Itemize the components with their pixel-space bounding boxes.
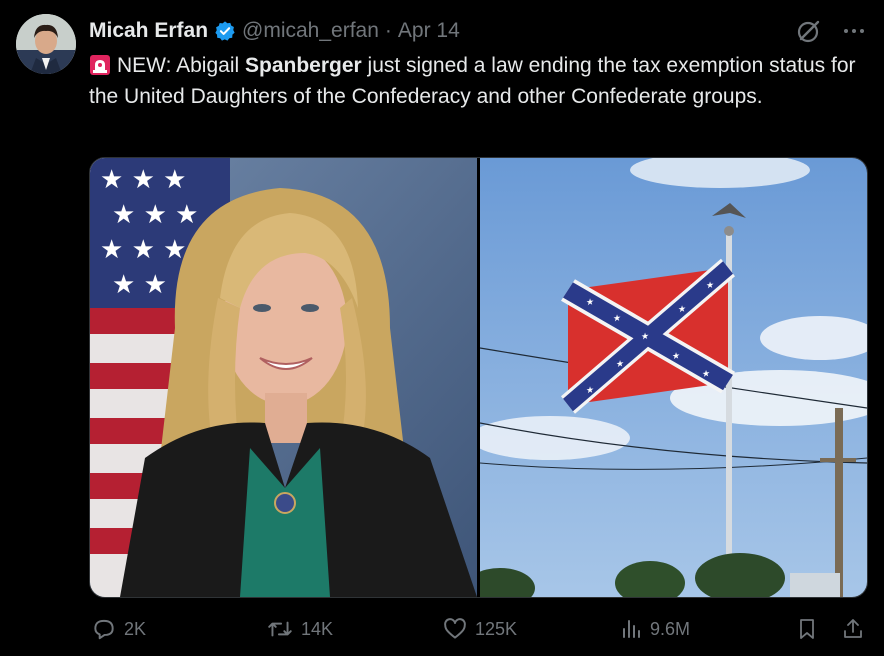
portrait-photo[interactable]: ★ ★ ★ ★ ★ ★ ★ ★ ★ ★ ★	[90, 158, 477, 597]
heart-icon	[444, 618, 466, 639]
views-chart-icon	[623, 620, 640, 638]
retweet-icon	[268, 621, 292, 637]
bookmark-button[interactable]	[795, 616, 819, 642]
like-button[interactable]: 125K	[442, 616, 517, 642]
reply-icon	[94, 619, 114, 640]
like-count: 125K	[475, 618, 518, 639]
verified-badge-icon	[214, 20, 236, 42]
separator-dot: ·	[384, 19, 392, 42]
author-name[interactable]: Micah Erfan	[89, 19, 208, 43]
reply-count: 2K	[124, 618, 147, 639]
avatar[interactable]	[16, 14, 76, 74]
media-container[interactable]: ★ ★ ★ ★ ★ ★ ★ ★ ★ ★ ★ ★ ★ ★ ★ ★ ★ ★ ★ ★	[89, 157, 868, 598]
tweet-text-bold: Spanberger	[245, 54, 362, 77]
retweet-button[interactable]: 14K	[266, 616, 333, 642]
tweet-text: NEW: Abigail Spanberger just signed a la…	[89, 50, 869, 112]
reply-button[interactable]: 2K	[91, 616, 146, 642]
svg-text:★: ★	[678, 304, 686, 315]
share-icon	[844, 619, 862, 638]
svg-text:★ ★ ★: ★ ★ ★	[112, 200, 198, 230]
svg-text:★ ★ ★: ★ ★ ★	[100, 235, 186, 265]
tweet-header: Micah Erfan @micah_erfan · Apr 14	[89, 18, 460, 44]
avatar-image	[16, 14, 76, 74]
svg-text:★: ★	[586, 385, 594, 396]
flag-photo[interactable]: ★ ★ ★ ★ ★ ★ ★ ★ ★	[480, 158, 867, 597]
svg-text:★: ★	[586, 297, 594, 308]
svg-text:★: ★	[706, 281, 714, 292]
svg-text:★: ★	[702, 369, 710, 380]
grok-icon[interactable]	[796, 18, 822, 49]
top-right-actions	[796, 18, 866, 49]
svg-text:★: ★	[616, 359, 624, 370]
author-handle[interactable]: @micah_erfan	[242, 19, 379, 43]
retweet-count: 14K	[301, 618, 334, 639]
views-button[interactable]: 9.6M	[619, 616, 690, 642]
svg-text:★ ★ ★: ★ ★ ★	[100, 165, 186, 195]
svg-text:★ ★: ★ ★	[112, 270, 167, 300]
tweet-text-part1: NEW: Abigail	[117, 54, 245, 77]
svg-text:★: ★	[613, 314, 621, 325]
tweet-actions: 2K 14K 125K 9.6M	[89, 612, 869, 646]
more-options-icon[interactable]	[842, 19, 866, 48]
bookmark-icon	[800, 619, 814, 639]
tweet-date[interactable]: Apr 14	[398, 19, 460, 43]
svg-text:★: ★	[641, 332, 649, 343]
svg-text:★: ★	[672, 351, 680, 362]
share-button[interactable]	[841, 616, 865, 642]
rotating-light-icon	[89, 54, 111, 76]
views-count: 9.6M	[650, 618, 691, 639]
